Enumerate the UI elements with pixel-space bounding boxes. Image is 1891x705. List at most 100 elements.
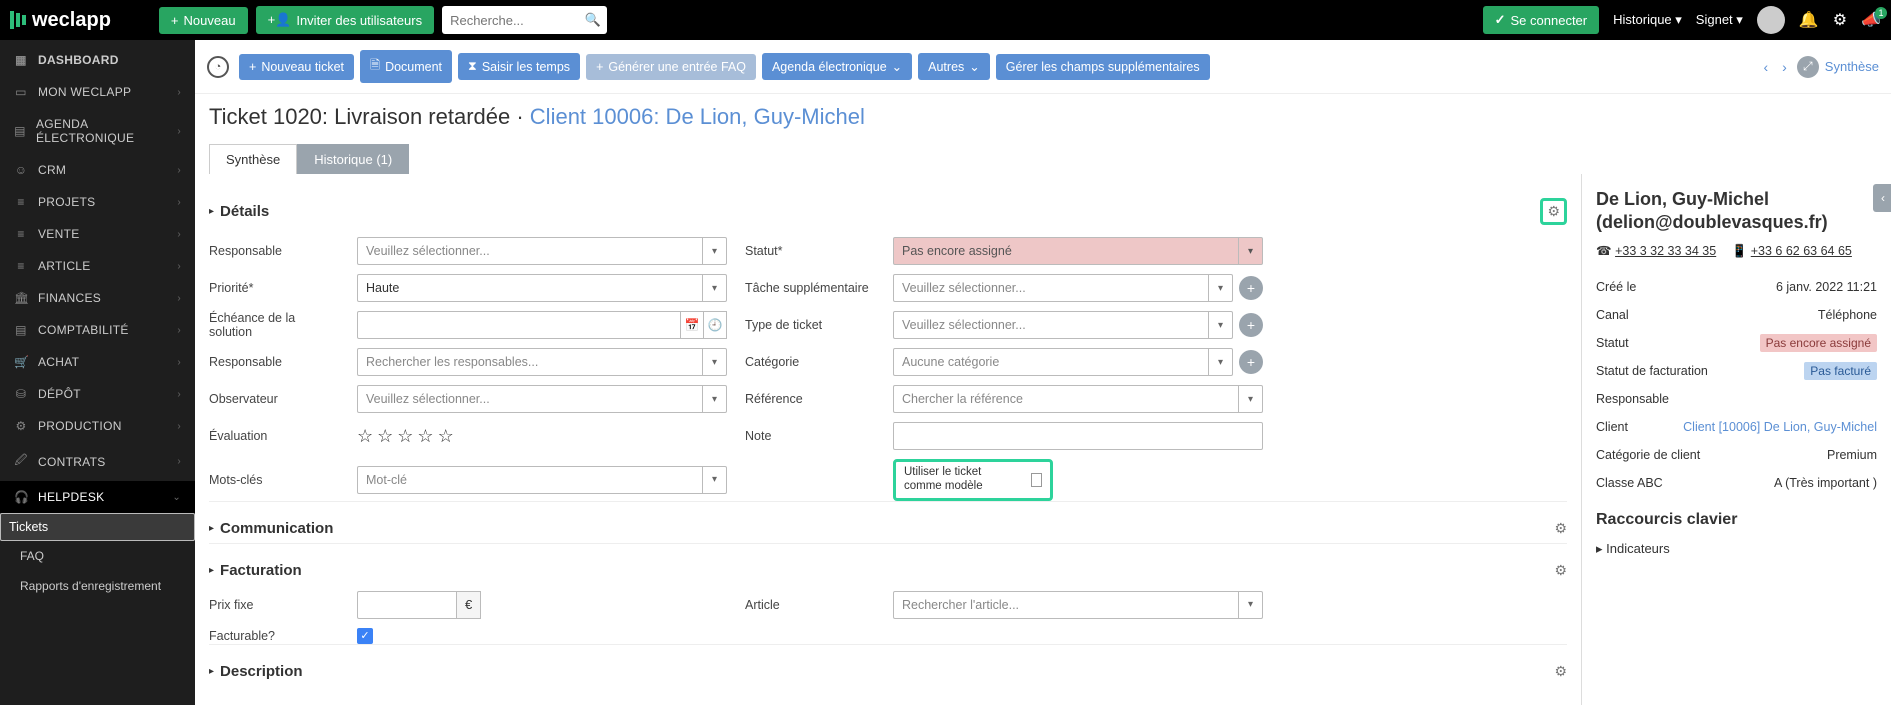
section-details[interactable]: ▸ Détails ⚙ (209, 180, 1567, 231)
sidebar-item-crm[interactable]: ☺CRM› (0, 154, 195, 186)
responsable2-select[interactable]: Rechercher les responsables...▾ (357, 348, 727, 376)
motscles-select[interactable]: Mot-clé▾ (357, 466, 727, 494)
contact-title: De Lion, Guy-Michel (delion@doublevasque… (1596, 188, 1877, 235)
avatar[interactable] (1757, 6, 1785, 34)
shortcuts-heading: Raccourcis clavier (1596, 511, 1877, 529)
sidebar-item-finances[interactable]: 🏛FINANCES› (0, 282, 195, 314)
add-button[interactable]: + (1239, 276, 1263, 300)
facturable-checkbox[interactable]: ✓ (357, 628, 373, 644)
document-button[interactable]: 🗎Document (360, 50, 452, 83)
sidebar-sub-tickets[interactable]: Tickets (0, 513, 195, 541)
manage-fields-button[interactable]: Gérer les champs supplémentaires (996, 54, 1210, 80)
categorie-select[interactable]: Aucune catégorie▾ (893, 348, 1233, 376)
chevron-down-icon: ▾ (1238, 386, 1262, 412)
sidebar-item-vente[interactable]: ≡VENTE› (0, 218, 195, 250)
new-ticket-button[interactable]: +Nouveau ticket (239, 54, 354, 80)
search-input[interactable] (450, 13, 599, 28)
add-button[interactable]: + (1239, 313, 1263, 337)
responsable-select[interactable]: Veuillez sélectionner...▾ (357, 237, 727, 265)
section-communication[interactable]: ▸Communication⚙ (209, 501, 1567, 543)
chevron-down-icon: ⌄ (892, 59, 902, 74)
sidebar-item-achat[interactable]: 🛒ACHAT› (0, 346, 195, 378)
announce-icon[interactable]: 📣1 (1861, 10, 1881, 30)
label-echeance: Échéance de la solution (209, 311, 339, 339)
sidebar-item-monweclapp[interactable]: ▭MON WECLAPP› (0, 76, 195, 108)
prixfixe-input[interactable] (357, 591, 457, 619)
sidebar-item-helpdesk[interactable]: 🎧HELPDESK⌄ (0, 481, 195, 513)
observateur-select[interactable]: Veuillez sélectionner...▾ (357, 385, 727, 413)
bell-icon[interactable]: 🔔 (1799, 10, 1819, 30)
sidebar-item-agenda[interactable]: ▤AGENDA ÉLECTRONIQUE› (0, 108, 195, 154)
echeance-input[interactable] (357, 311, 681, 339)
tab-historique[interactable]: Historique (1) (297, 144, 409, 174)
label-type: Type de ticket (745, 318, 875, 332)
home-icon: ▭ (14, 85, 28, 99)
sidebar-item-depot[interactable]: ⛁DÉPÔT› (0, 378, 195, 410)
sidebar-item-projets[interactable]: ≡PROJETS› (0, 186, 195, 218)
chevron-right-icon: › (177, 261, 181, 272)
triangle-right-icon: ▸ (209, 523, 214, 534)
sidebar-item-article[interactable]: ≡ARTICLE› (0, 250, 195, 282)
chevron-down-icon: ▾ (702, 238, 726, 264)
section-description[interactable]: ▸Description⚙ (209, 644, 1567, 686)
type-select[interactable]: Veuillez sélectionner...▾ (893, 311, 1233, 339)
chevron-right-icon: › (177, 229, 181, 240)
global-search[interactable]: 🔍 (442, 6, 607, 34)
checkbox[interactable] (1031, 473, 1042, 487)
gear-icon[interactable]: ⚙ (1554, 663, 1567, 680)
synthese-link[interactable]: Synthèse (1825, 59, 1879, 74)
connect-button[interactable]: Se connecter (1483, 6, 1600, 34)
autres-button[interactable]: Autres ⌄ (918, 53, 990, 80)
article-select[interactable]: Rechercher l'article...▾ (893, 591, 1263, 619)
gear-icon[interactable]: ⚙ (1554, 562, 1567, 579)
prev-button[interactable]: ‹ (1759, 59, 1772, 75)
sidebar-sub-reports[interactable]: Rapports d'enregistrement (0, 571, 195, 601)
sidebar-item-production[interactable]: ⚙PRODUCTION› (0, 410, 195, 442)
reference-select[interactable]: Chercher la référence▾ (893, 385, 1263, 413)
gear-icon[interactable]: ⚙ (1554, 520, 1567, 537)
agenda-button[interactable]: Agenda électronique ⌄ (762, 53, 912, 80)
label-evaluation: Évaluation (209, 429, 339, 443)
expand-panel-button[interactable]: ‹ (1873, 184, 1891, 212)
add-button[interactable]: + (1239, 350, 1263, 374)
clock-icon[interactable]: 🕘 (704, 311, 727, 339)
rating-stars[interactable]: ☆☆☆☆☆ (357, 426, 727, 447)
statut-select[interactable]: Pas encore assigné▾ (893, 237, 1263, 265)
sidebar-sub-faq[interactable]: FAQ (0, 541, 195, 571)
next-button[interactable]: › (1778, 59, 1791, 75)
label-tache: Tâche supplémentaire (745, 281, 875, 295)
tab-synthese[interactable]: Synthèse (209, 144, 297, 174)
use-as-template[interactable]: Utiliser le ticket comme modèle (893, 459, 1053, 501)
bank-icon: 🏛 (14, 291, 28, 305)
people-icon: ☺ (14, 163, 28, 177)
section-gear-icon[interactable]: ⚙ (1540, 198, 1567, 225)
settings-icon[interactable]: ⚙ (1833, 10, 1847, 30)
client-link[interactable]: Client 10006: De Lion, Guy-Michel (530, 104, 865, 129)
chevron-right-icon: › (177, 197, 181, 208)
sidebar-item-dashboard[interactable]: ▦DASHBOARD (0, 44, 195, 76)
expand-button[interactable]: ⤢ (1797, 56, 1819, 78)
chevron-right-icon: › (177, 421, 181, 432)
chevron-right-icon: › (177, 165, 181, 176)
invite-button[interactable]: +👤Inviter des utilisateurs (256, 6, 435, 34)
sidebar-item-compta[interactable]: ▤COMPTABILITÉ› (0, 314, 195, 346)
note-input[interactable] (893, 422, 1263, 450)
sidebar-item-contrats[interactable]: 🖉CONTRATS› (0, 442, 195, 481)
calendar-icon[interactable]: 📅 (681, 311, 704, 339)
history-link[interactable]: Historique ▾ (1613, 12, 1682, 28)
section-facturation[interactable]: ▸Facturation⚙ (209, 543, 1567, 585)
label-responsable: Responsable (209, 244, 339, 258)
cog-icon: ⚙ (14, 419, 28, 433)
list-icon: ≡ (14, 195, 28, 209)
priorite-select[interactable]: Haute▾ (357, 274, 727, 302)
clock-icon[interactable]: ◔ (207, 56, 229, 78)
time-button[interactable]: ⧗Saisir les temps (458, 53, 580, 80)
client-link[interactable]: Client [10006] De Lion, Guy-Michel (1683, 420, 1877, 434)
new-button[interactable]: +Nouveau (159, 7, 248, 34)
label-note: Note (745, 429, 875, 443)
topbar: weclapp +Nouveau +👤Inviter des utilisate… (0, 0, 1891, 40)
tache-select[interactable]: Veuillez sélectionner...▾ (893, 274, 1233, 302)
phone1-link[interactable]: +33 3 32 33 34 35 (1615, 244, 1716, 258)
signet-link[interactable]: Signet ▾ (1696, 12, 1743, 28)
phone2-link[interactable]: +33 6 62 63 64 65 (1751, 244, 1852, 258)
